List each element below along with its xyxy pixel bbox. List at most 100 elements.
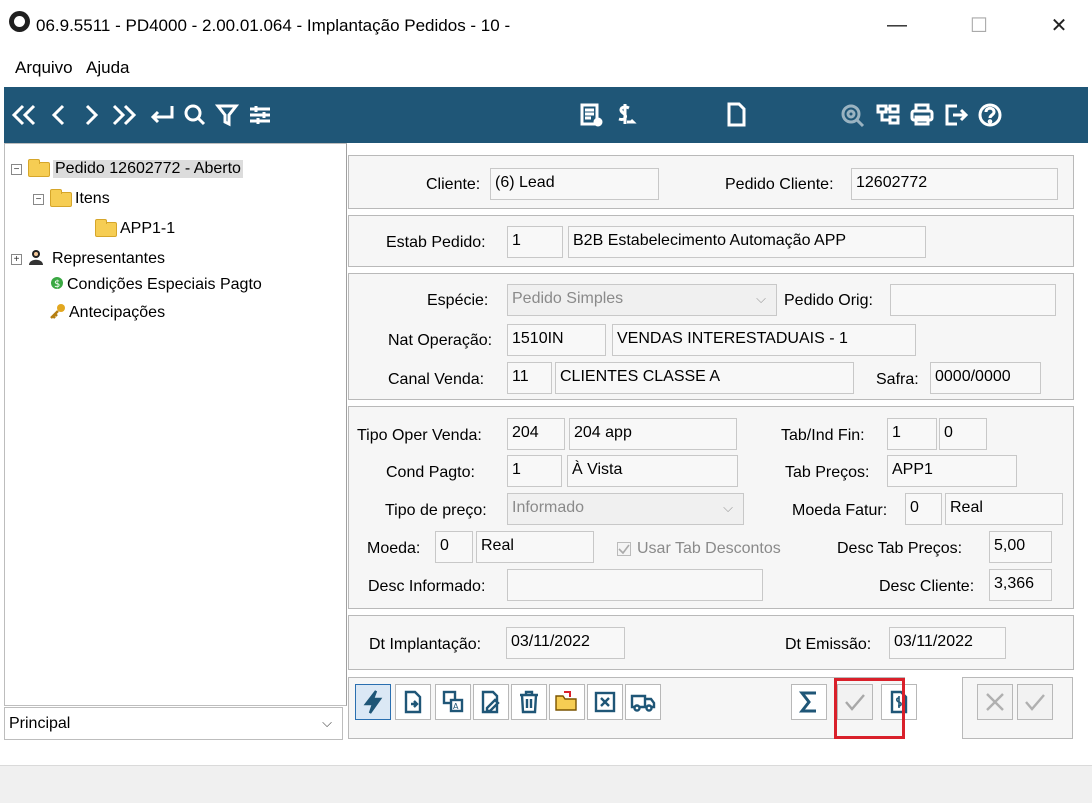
label-dt-emissao: Dt Emissão: [785,636,872,653]
close-button[interactable]: ✕ [1036,8,1082,42]
desc-cliente-field[interactable]: 3,366 [989,569,1052,601]
chevron-down-icon: ⌵ [723,500,733,515]
tree-node-representantes[interactable]: + Representantes [11,248,165,270]
tab-ind-2-field[interactable]: 0 [939,418,987,450]
dt-implantacao-field[interactable]: 03/11/2022 [506,627,625,659]
label-safra: Safra: [876,371,919,388]
label-pedido-orig: Pedido Orig: [784,292,873,309]
tree-node-antecipacoes[interactable]: Antecipações [49,302,165,324]
collapse-icon[interactable]: − [33,193,44,205]
maximize-button[interactable]: ☐ [956,8,1002,42]
tree-select-value: Principal [9,714,71,732]
confirm-icon[interactable] [1017,684,1053,720]
main-toolbar [4,87,1088,143]
tipo-oper-code-field[interactable]: 204 [507,418,565,450]
key-icon [49,303,67,324]
menu-bar [0,52,1092,84]
menu-arquivo[interactable]: Arquivo [15,58,73,78]
sum-icon[interactable] [791,684,827,720]
expand-icon[interactable]: + [11,253,22,265]
label-estab: Estab Pedido: [386,234,486,251]
label-dt-implantacao: Dt Implantação: [369,636,482,653]
nat-op-code-field[interactable]: 1510IN [507,324,606,356]
filter-icon[interactable] [212,87,242,143]
search-icon[interactable] [180,87,210,143]
tree-label-representantes: Representantes [52,250,165,267]
highlight-box [834,678,905,739]
translate-icon[interactable]: A [435,684,471,720]
first-icon[interactable] [6,87,42,143]
collapse-icon[interactable]: − [11,163,22,175]
cond-pagto-code-field[interactable]: 1 [507,455,562,487]
group-oper-venda: Tipo Oper Venda: 204 204 app Tab/Ind Fin… [348,406,1074,609]
help-icon[interactable] [974,87,1006,143]
tree-icon[interactable] [872,87,904,143]
next-icon[interactable] [76,87,106,143]
desc-tab-precos-field[interactable]: 5,00 [989,531,1052,563]
view-icon[interactable] [836,87,870,143]
canal-code-field[interactable]: 11 [507,362,552,394]
label-tipo-preco: Tipo de preço: [385,502,487,519]
menu-ajuda[interactable]: Ajuda [86,58,129,78]
currency-icon[interactable] [608,87,642,143]
folder-icon [28,158,50,177]
cliente-field[interactable]: (6) Lead [490,168,659,200]
tree-node-itens[interactable]: − Itens [33,188,110,210]
dt-emissao-field[interactable]: 03/11/2022 [889,627,1006,659]
window-title: 06.9.5511 - PD4000 - 2.00.01.064 - Impla… [36,16,511,35]
tree-label-antecipacoes: Antecipações [69,304,166,321]
delete-icon[interactable] [511,684,547,720]
moeda-desc-field: Real [476,531,594,563]
label-desc-informado: Desc Informado: [368,578,486,595]
status-bar [0,765,1092,803]
svg-text:A: A [453,702,459,711]
money-icon: $ [51,275,63,296]
new-doc-icon[interactable] [395,684,431,720]
safra-field[interactable]: 0000/0000 [930,362,1041,394]
minimize-button[interactable]: — [874,8,920,42]
tipo-preco-value: Informado [512,499,585,516]
prev-icon[interactable] [44,87,74,143]
print-icon[interactable] [906,87,938,143]
group-cliente: Cliente: (6) Lead Pedido Cliente: 126027… [348,155,1074,209]
usar-tab-descontos-checkbox[interactable]: Usar Tab Descontos [617,540,781,558]
open-folder-icon[interactable] [549,684,585,720]
group-estab: Estab Pedido: 1 B2B Estabelecimento Auto… [348,215,1074,267]
pedido-orig-field[interactable] [890,284,1056,316]
edit-doc-icon[interactable] [473,684,509,720]
exit-icon[interactable] [940,87,972,143]
especie-select[interactable]: Pedido Simples ⌵ [507,284,777,316]
cancel-box-icon[interactable] [587,684,623,720]
report-icon[interactable] [574,87,608,143]
document-icon[interactable] [720,87,752,143]
tree-label-pedido: Pedido 12602772 - Aberto [53,160,243,178]
tree-node-app1[interactable]: APP1-1 [95,218,175,240]
label-moeda-fatur: Moeda Fatur: [792,502,888,519]
label-nat-operacao: Nat Operação: [388,332,493,349]
label-especie: Espécie: [427,292,489,309]
return-icon[interactable] [144,87,180,143]
moeda-fatur-code-field[interactable]: 0 [905,493,942,525]
estab-code-field[interactable]: 1 [507,226,563,258]
tab-precos-field[interactable]: APP1 [887,455,1017,487]
last-icon[interactable] [106,87,142,143]
tree-label-condicoes: Condições Especiais Pagto [67,276,262,293]
tree-view-select[interactable]: Principal ⌵ [4,707,343,740]
tree-node-condicoes[interactable]: $ Condições Especiais Pagto [51,274,262,296]
tree-label-app1: APP1-1 [120,220,176,237]
title-bar: 06.9.5511 - PD4000 - 2.00.01.064 - Impla… [0,0,1092,50]
tab-ind-1-field[interactable]: 1 [887,418,937,450]
lightning-icon[interactable] [355,684,391,720]
moeda-code-field[interactable]: 0 [435,531,473,563]
chevron-down-icon: ⌵ [322,715,332,730]
desc-informado-field[interactable] [507,569,763,601]
truck-icon[interactable] [625,684,661,720]
cancel-icon[interactable] [977,684,1013,720]
settings-icon[interactable] [244,87,276,143]
tree-label-itens: Itens [75,190,110,207]
pedido-cliente-field[interactable]: 12602772 [851,168,1058,200]
label-tipo-oper: Tipo Oper Venda: [357,427,482,444]
especie-value: Pedido Simples [512,290,624,307]
tipo-preco-select[interactable]: Informado ⌵ [507,493,744,525]
tree-node-pedido[interactable]: − Pedido 12602772 - Aberto [11,158,243,180]
